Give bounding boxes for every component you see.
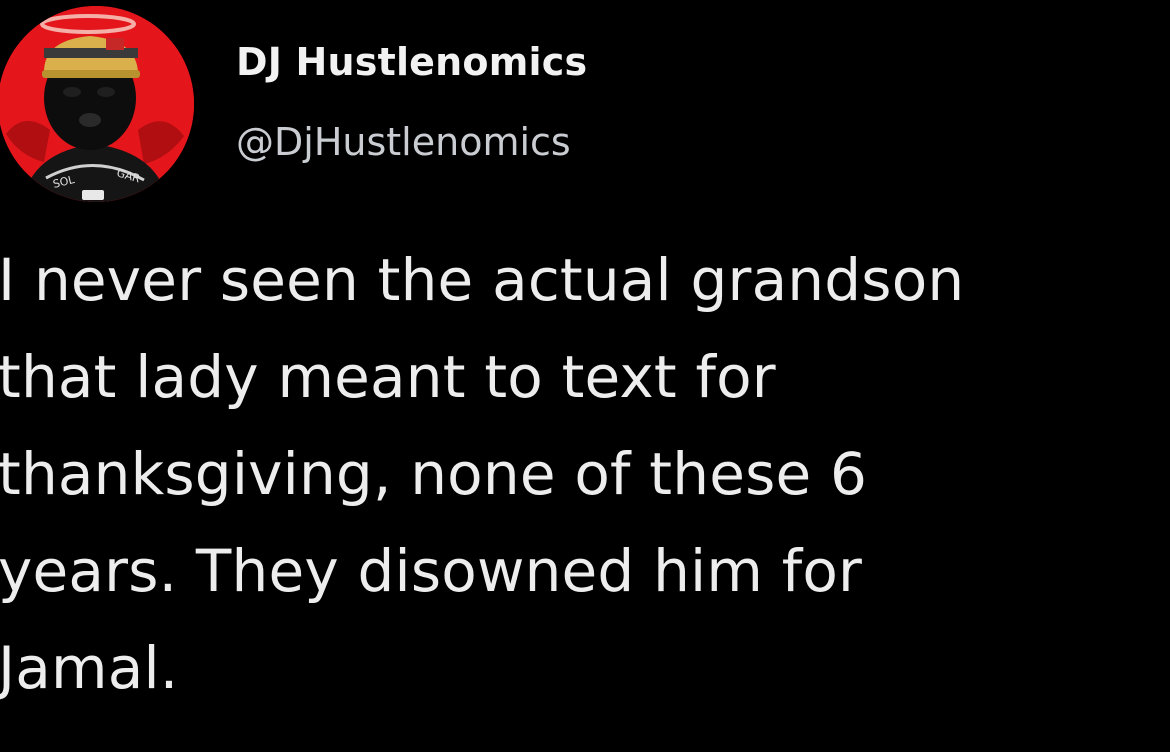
tweet-text-line: years. They disowned him for bbox=[0, 537, 863, 605]
tweet-author: DJ Hustlenomics @DjHustlenomics bbox=[236, 36, 587, 168]
tweet-text-line: I never seen the actual grandson bbox=[0, 246, 965, 314]
avatar-image: SOL GAR bbox=[0, 6, 194, 202]
avatar[interactable]: SOL GAR bbox=[0, 6, 194, 202]
author-handle[interactable]: @DjHustlenomics bbox=[236, 116, 587, 168]
tweet-card: SOL GAR DJ Hustlenomics @DjHustlenomics … bbox=[0, 0, 1170, 752]
tweet-text-line: that lady meant to text for bbox=[0, 343, 776, 411]
tweet-text-line: thanksgiving, none of these 6 bbox=[0, 440, 868, 508]
tweet-text: I never seen the actual grandson that la… bbox=[0, 232, 1170, 717]
author-display-name[interactable]: DJ Hustlenomics bbox=[236, 36, 587, 88]
tweet-text-line: Jamal. bbox=[0, 634, 179, 702]
